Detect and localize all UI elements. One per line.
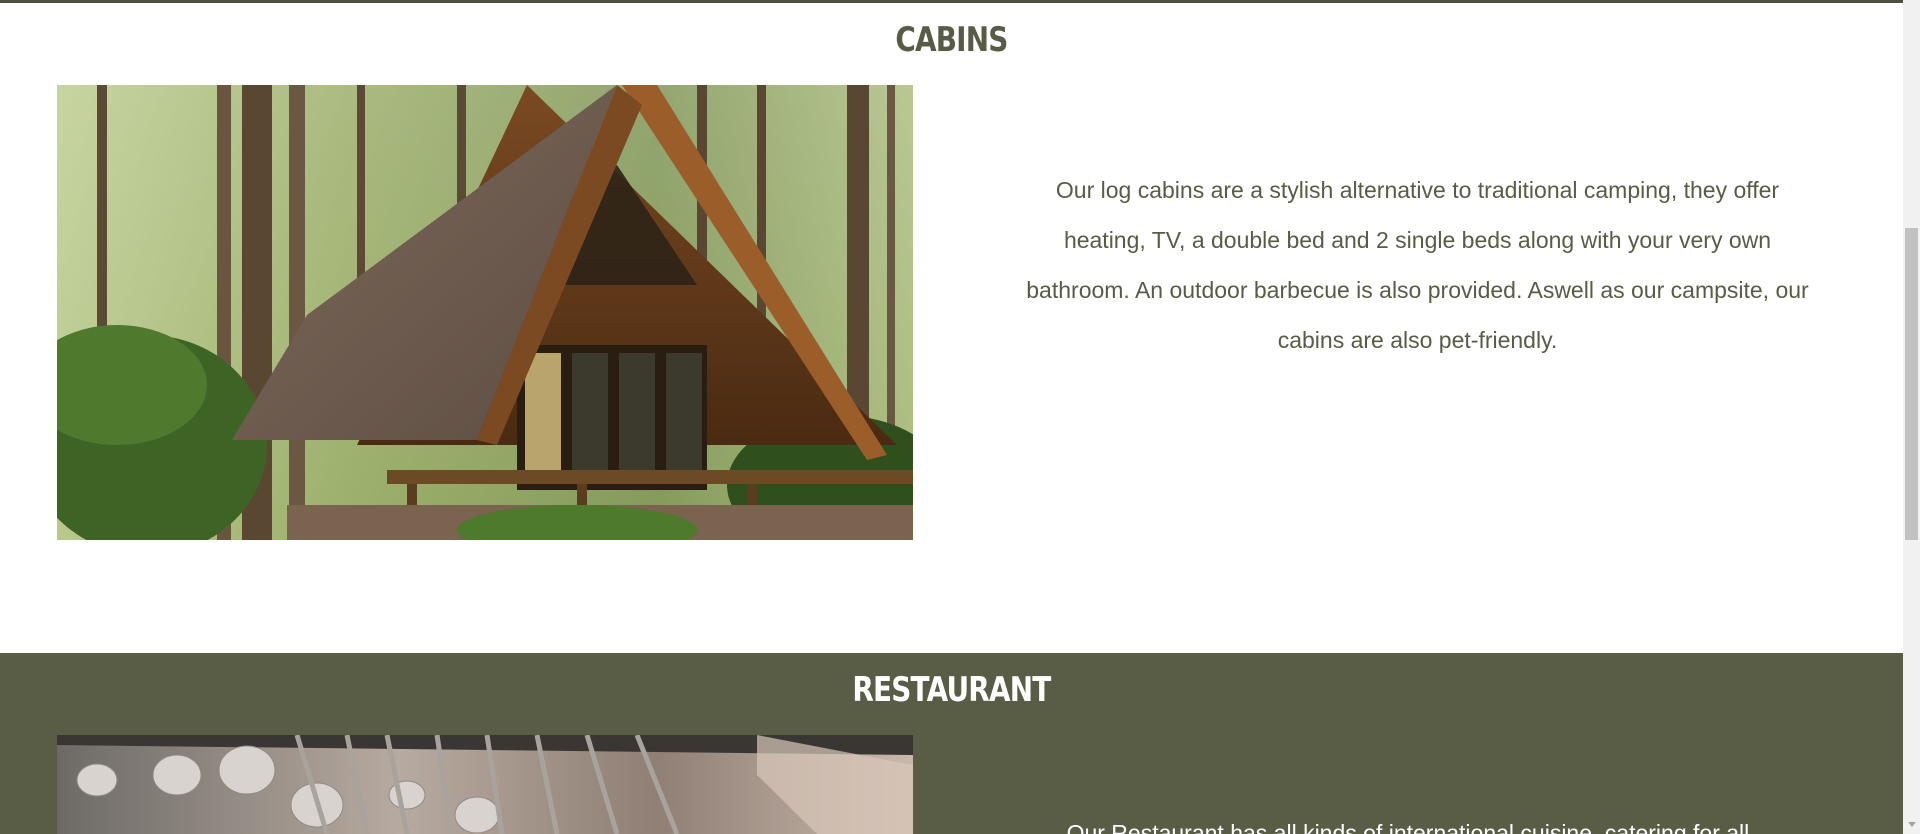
cabin-image	[57, 85, 913, 540]
restaurant-description: Our Restaurant has all kinds of internat…	[1066, 820, 1769, 834]
cabins-description: Our log cabins are a stylish alternative…	[1026, 177, 1809, 353]
scrollbar-thumb[interactable]	[1905, 228, 1918, 540]
top-divider	[0, 0, 1903, 3]
restaurant-title: RESTAURANT	[852, 670, 1051, 710]
cabins-title: CABINS	[895, 20, 1008, 60]
restaurant-image	[57, 735, 913, 834]
page: CABINS Our log cabins are a stylish alte…	[0, 0, 1920, 834]
scroll-down-arrow-icon[interactable]	[1908, 822, 1916, 827]
